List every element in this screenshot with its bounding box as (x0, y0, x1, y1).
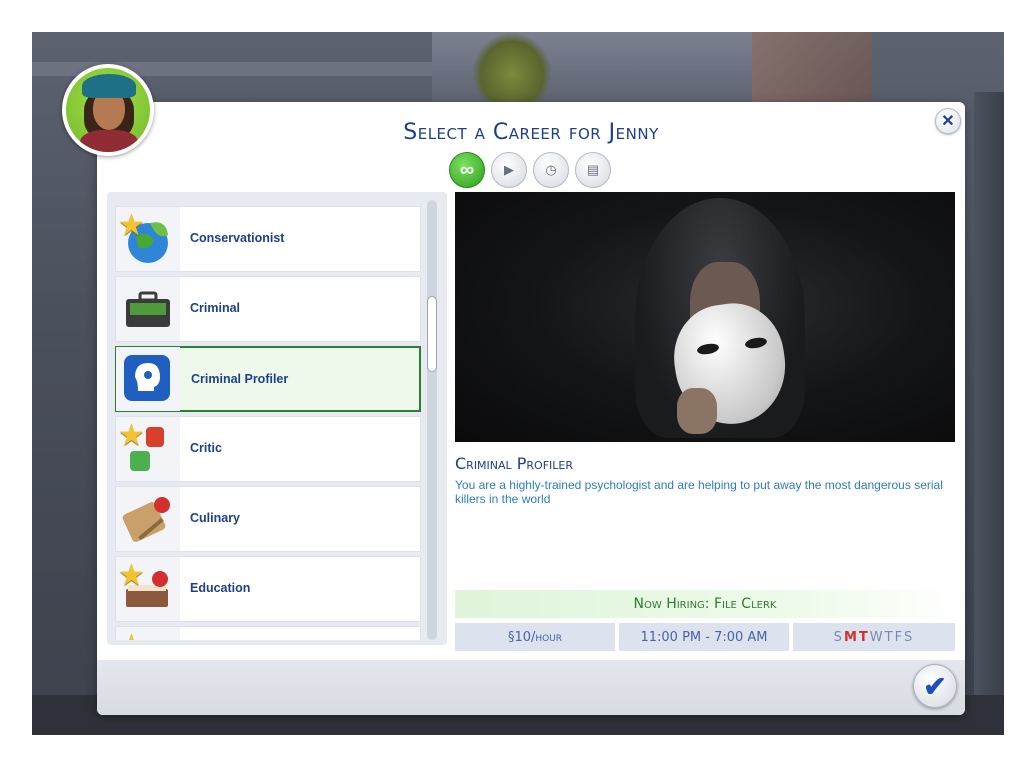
cutting-board-icon (116, 487, 180, 551)
briefcase-clock-icon: ◷ (545, 162, 557, 177)
career-detail-title: Criminal Profiler (455, 454, 574, 473)
day-letter: T (858, 629, 870, 645)
background-wall (974, 92, 1004, 732)
background-plant (472, 32, 552, 102)
scrollbar-thumb[interactable] (427, 296, 437, 372)
career-label: Criminal (190, 301, 241, 315)
now-hiring-text: Now Hiring: File Clerk (633, 596, 777, 612)
hand-shape (677, 388, 717, 434)
globe-leaf-icon: ★ (116, 207, 180, 271)
tab-part-time[interactable]: ▶ (491, 152, 527, 188)
dialog-title: Select a Career for Jenny (403, 120, 659, 145)
day-letter: M (843, 629, 859, 645)
career-row[interactable]: Criminal Profiler (115, 346, 421, 412)
scrollbar-track[interactable] (427, 200, 437, 640)
profile-head-icon (116, 347, 180, 411)
career-list-panel: ★ Conservationist Criminal Criminal Profile… (107, 192, 447, 645)
day-letter: W (869, 629, 885, 645)
tab-freelance[interactable]: ▤ (575, 152, 611, 188)
career-row[interactable]: ★ Conservationist (115, 206, 421, 272)
day-letter: S (904, 629, 915, 645)
pay-cell: §10/hour (455, 623, 615, 651)
hours-text: 11:00 PM - 7:00 AM (640, 629, 768, 645)
day-letter: S (833, 629, 844, 645)
star-icon: ★ (118, 209, 145, 242)
sim-avatar (62, 64, 154, 156)
confirm-button[interactable]: ✔ (913, 664, 957, 708)
career-label: Conservationist (190, 231, 285, 245)
career-label: Culinary (190, 511, 241, 525)
career-filter-tabs: ∞ ▶ ◷ ▤ (449, 152, 611, 188)
career-dialog: Select a Career for Jenny ✕ ∞ ▶ ◷ ▤ ★ Conser… (97, 102, 965, 715)
work-days-cell: SMTWTFS (793, 623, 955, 651)
career-row[interactable]: Criminal (115, 276, 421, 342)
career-label: Education (190, 581, 251, 595)
career-row[interactable]: ★ Critic (115, 416, 421, 482)
career-row[interactable]: ★ (115, 626, 421, 640)
career-list[interactable]: ★ Conservationist Criminal Criminal Profile… (115, 200, 423, 640)
career-image (455, 192, 955, 442)
avatar-portrait (66, 68, 150, 152)
star-icon: ★ (118, 419, 145, 452)
briefcase-play-icon: ▶ (504, 162, 514, 177)
career-schedule-row: §10/hour 11:00 PM - 7:00 AM SMTWTFS (455, 623, 957, 651)
dialog-footer (97, 660, 965, 715)
career-label: Critic (190, 441, 222, 455)
close-button[interactable]: ✕ (935, 108, 961, 134)
star-icon: ★ (118, 559, 145, 592)
career-row[interactable]: ★ Education (115, 556, 421, 622)
close-icon: ✕ (941, 113, 955, 130)
checkmark-icon: ✔ (923, 670, 947, 702)
career-description: You are a highly-trained psychologist an… (455, 478, 943, 506)
day-letter: T (884, 629, 895, 645)
book-apple-icon: ★ (116, 557, 180, 621)
thumbs-up-down-icon: ★ (116, 417, 180, 481)
career-label: Criminal Profiler (191, 372, 289, 386)
pay-text: §10/hour (507, 629, 563, 645)
briefcase-stack-icon: ▤ (586, 162, 600, 177)
day-letter: F (894, 629, 905, 645)
avatar-shirt (80, 130, 138, 152)
partial-career-icon: ★ (116, 627, 180, 640)
career-row[interactable]: Culinary (115, 486, 421, 552)
hours-cell: 11:00 PM - 7:00 AM (619, 623, 789, 651)
tab-work-from-home[interactable]: ◷ (533, 152, 569, 188)
now-hiring-bar: Now Hiring: File Clerk (455, 590, 955, 618)
star-icon: ★ (118, 631, 150, 641)
infinity-icon: ∞ (459, 158, 475, 181)
money-briefcase-icon (116, 277, 180, 341)
tab-all-careers[interactable]: ∞ (449, 152, 485, 188)
background-curtain (752, 32, 872, 102)
avatar-hat (82, 74, 136, 98)
